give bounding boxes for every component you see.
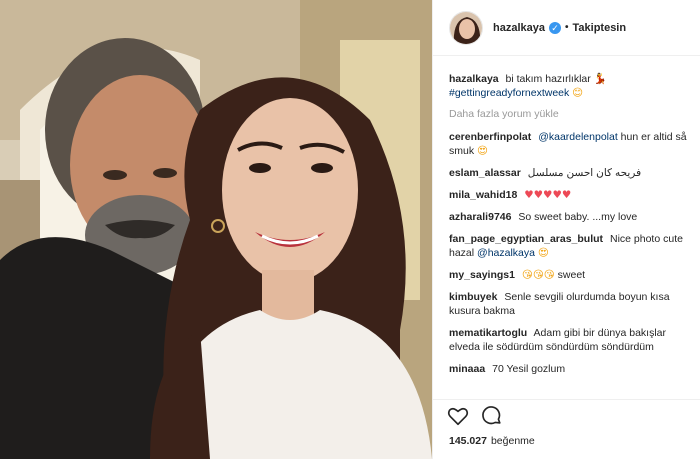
instagram-post: hazalkaya ✓ • Takiptesin hazalkaya bi ta… (0, 0, 700, 459)
header-username[interactable]: hazalkaya (493, 22, 545, 34)
load-more-comments-link[interactable]: Daha fazla yorum yükle (449, 108, 688, 120)
avatar[interactable] (449, 10, 483, 45)
dancer-emoji-icon: 💃 (593, 73, 607, 85)
comment-username[interactable]: azharali9746 (449, 211, 511, 223)
comment-item: cerenberfinpolat @kaardelenpolat hun er … (449, 130, 688, 158)
verified-badge-icon: ✓ (548, 21, 561, 34)
comment-username[interactable]: kimbuyek (449, 291, 497, 303)
likes-count: 145.027 (449, 435, 487, 447)
hearts-emoji-icon: ♥♥♥♥♥ (524, 189, 572, 201)
comment-username[interactable]: fan_page_egyptian_aras_bulut (449, 233, 603, 245)
comment-text: sweet (557, 269, 586, 281)
comments-list[interactable]: hazalkaya bi takım hazırlıklar 💃 #gettin… (433, 56, 700, 399)
caption: hazalkaya bi takım hazırlıklar 💃 #gettin… (449, 72, 688, 100)
comment-item: eslam_alassar فريحه كان احسن مسلسل (449, 166, 688, 180)
comment-item: minaaa 70 Yesil gozlum (449, 362, 688, 376)
caption-text: bi takım hazırlıklar (505, 73, 591, 85)
comment-item: fan_page_egyptian_aras_bulut Nice photo … (449, 232, 688, 260)
comment-item: azharali9746 So sweet baby. ...my love (449, 210, 688, 224)
comment-mention[interactable]: @hazalkaya (477, 247, 535, 259)
comment-item: mematikartoglu Adam gibi bir dünya bakış… (449, 326, 688, 354)
comment-item: mila_wahid18 ♥♥♥♥♥ (449, 188, 688, 202)
caption-username[interactable]: hazalkaya (449, 73, 499, 85)
comment-username[interactable]: mematikartoglu (449, 327, 527, 339)
separator-dot: • (564, 22, 569, 33)
comment-username[interactable]: cerenberfinpolat (449, 131, 531, 143)
comment-text: 70 Yesil gozlum (492, 363, 566, 375)
kiss-emoji-icon: 😘😘😘 (521, 269, 555, 281)
comment-username[interactable]: eslam_alassar (449, 167, 521, 179)
comment-text: فريحه كان احسن مسلسل (527, 167, 642, 179)
post-sidebar: hazalkaya ✓ • Takiptesin hazalkaya bi ta… (432, 0, 700, 459)
speech-bubble-icon[interactable] (481, 405, 503, 427)
comment-item: my_sayings1 😘😘😘 sweet (449, 268, 688, 282)
post-photo[interactable] (0, 0, 432, 459)
likes-label: beğenme (490, 435, 535, 447)
comment-username[interactable]: minaaa (449, 363, 485, 375)
selfie-image (0, 0, 432, 459)
heart-eyes-emoji-icon: 😍 (477, 145, 488, 157)
post-header: hazalkaya ✓ • Takiptesin (433, 0, 700, 56)
heart-eyes-emoji-icon: 😍 (537, 247, 549, 259)
caption-hashtag[interactable]: #gettingreadyfornextweek (449, 87, 569, 99)
avatar-image (450, 11, 482, 44)
action-bar (433, 399, 700, 431)
comment-mention[interactable]: @kaardelenpolat (538, 131, 618, 143)
following-button[interactable]: Takiptesin (573, 22, 627, 34)
comment-username[interactable]: mila_wahid18 (449, 189, 517, 201)
smile-emoji-icon: 😊 (572, 87, 584, 99)
comment-username[interactable]: my_sayings1 (449, 269, 515, 281)
heart-outline-icon[interactable] (447, 405, 469, 427)
comment-item: kimbuyek Senle sevgili olurdumda boyun k… (449, 290, 688, 318)
likes-summary[interactable]: 145.027 beğenme (433, 431, 700, 459)
comment-text: So sweet baby. ...my love (518, 211, 638, 223)
